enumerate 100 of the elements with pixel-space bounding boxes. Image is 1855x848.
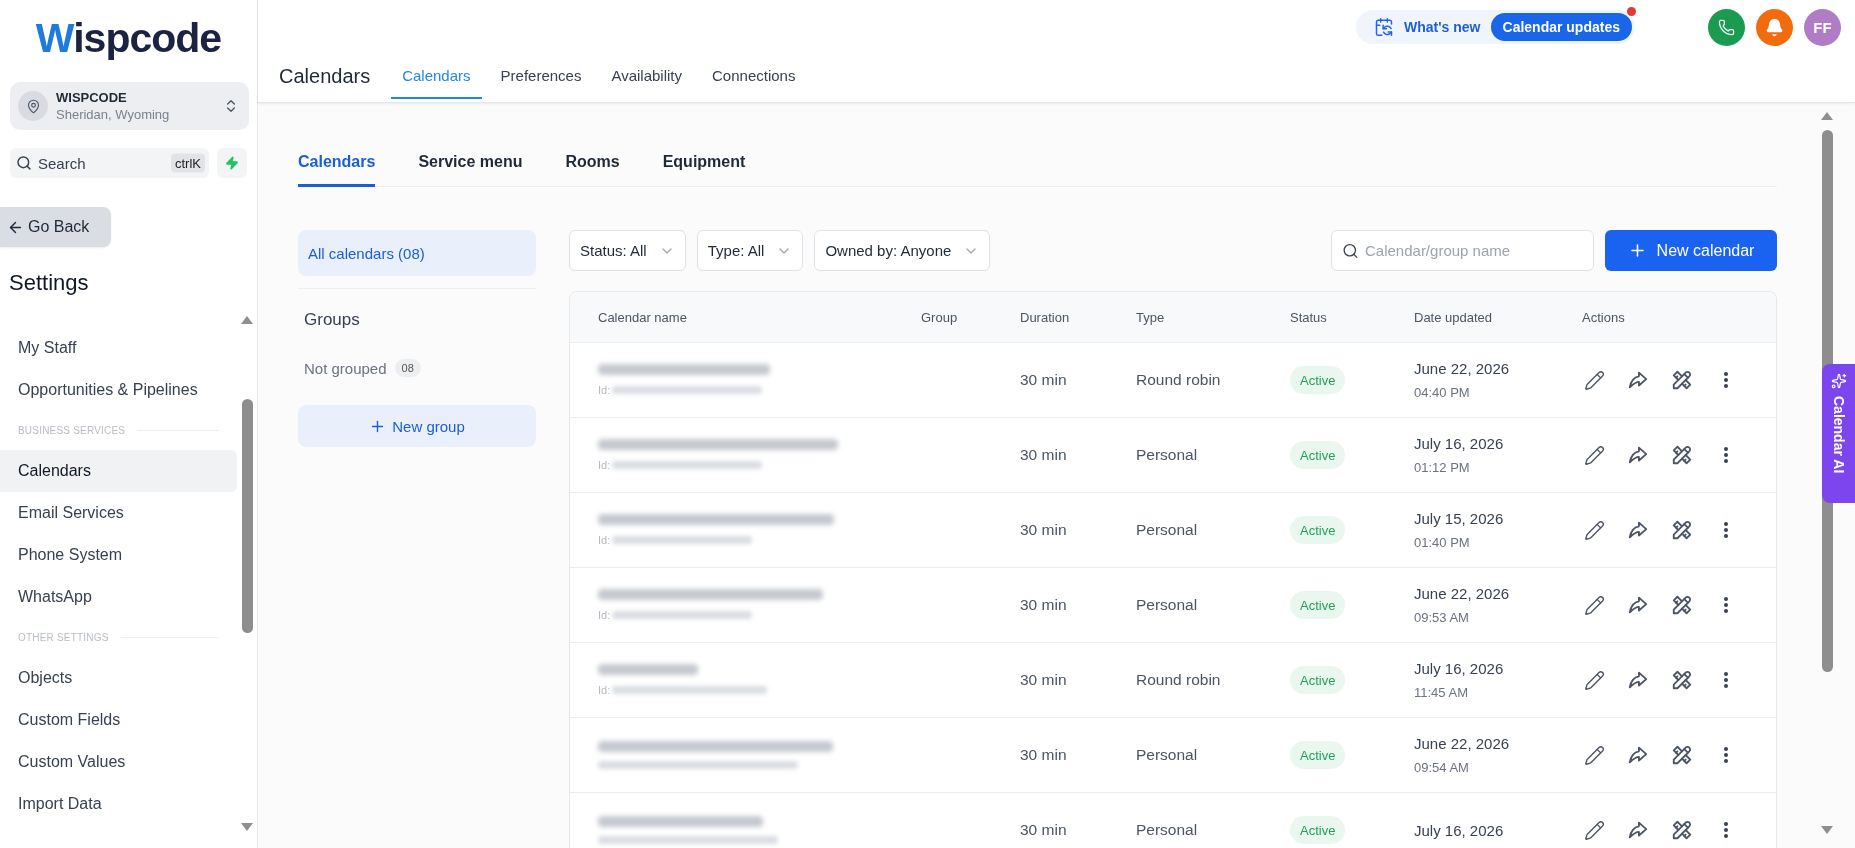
status-badge: Active <box>1290 666 1346 694</box>
account-name: WISPCODE <box>56 89 128 106</box>
status-badge: Active <box>1290 441 1346 469</box>
tools-icon <box>1671 369 1693 391</box>
tools-button[interactable] <box>1670 593 1694 617</box>
status-badge: Active <box>1290 366 1346 394</box>
share-arrow-icon <box>1627 519 1649 541</box>
date-text: July 16, 2026 <box>1414 435 1505 452</box>
sidebar-item[interactable]: Objects <box>0 657 237 699</box>
sidebar-item[interactable]: WhatsApp <box>0 576 237 618</box>
tools-button[interactable] <box>1670 743 1694 767</box>
search-icon <box>16 155 32 171</box>
group-name[interactable]: Not grouped <box>304 359 387 377</box>
tools-button[interactable] <box>1670 518 1694 542</box>
shortcut-key: ctrlK <box>171 153 205 173</box>
sub-tab[interactable]: Equipment <box>662 139 746 187</box>
column-header: Calendar name <box>598 309 687 325</box>
id-label: Id: <box>598 684 611 696</box>
type-cell: Round robin <box>1136 371 1221 389</box>
notifications-button[interactable] <box>1756 8 1793 46</box>
type-cell: Personal <box>1136 746 1198 764</box>
time-text: 09:54 AM <box>1414 760 1470 775</box>
status-badge: Active <box>1290 741 1346 769</box>
status-badge: Active <box>1290 816 1346 844</box>
id-label: Id: <box>598 609 611 621</box>
tools-button[interactable] <box>1670 818 1694 842</box>
id-label: Id: <box>598 534 611 546</box>
bell-icon <box>1765 17 1784 37</box>
sidebar-item[interactable]: My Staff <box>0 327 237 369</box>
count-badge: 08 <box>394 359 421 377</box>
new-calendar-button[interactable]: New calendar <box>1605 230 1777 271</box>
nav-tab[interactable]: Preferences <box>489 54 593 99</box>
date-text: June 22, 2026 <box>1414 360 1511 377</box>
calendar-list-item[interactable]: All calendars (08) <box>298 230 536 276</box>
tools-icon <box>1671 594 1693 616</box>
column-header: Type <box>1136 309 1165 325</box>
filter-dropdown[interactable]: Status: All <box>569 230 686 271</box>
search-field[interactable]: Calendar/group name <box>1331 230 1594 271</box>
sub-tab[interactable]: Rooms <box>565 139 620 187</box>
edit-button[interactable] <box>1582 368 1606 392</box>
new-group-button[interactable]: New group <box>298 405 536 447</box>
calendar-ai-tab[interactable]: Calendar AI <box>1822 364 1855 503</box>
share-arrow-icon <box>1627 594 1649 616</box>
pencil-icon <box>1583 369 1605 391</box>
sidebar-item[interactable]: Opportunities & Pipelines <box>0 369 237 411</box>
sidebar-item[interactable]: Calendars <box>0 450 237 492</box>
account-location: Sheridan, Wyoming <box>56 106 170 123</box>
phone-button[interactable] <box>1708 8 1745 46</box>
filter-dropdown[interactable]: Type: All <box>696 230 804 271</box>
nav-tab[interactable]: Calendars <box>391 54 482 99</box>
share-arrow-icon <box>1627 819 1649 841</box>
more-icon <box>1724 747 1728 763</box>
scroll-down-icon[interactable] <box>241 823 253 831</box>
column-header: Status <box>1290 309 1327 325</box>
scroll-up-icon[interactable] <box>241 316 253 324</box>
duration-cell: 30 min <box>1020 821 1067 839</box>
edit-button[interactable] <box>1582 443 1606 467</box>
settings-heading: Settings <box>8 269 90 297</box>
sidebar-item[interactable]: Custom Values <box>0 741 237 783</box>
edit-button[interactable] <box>1582 743 1606 767</box>
search-icon <box>1342 242 1359 259</box>
whats-new-link[interactable]: What's new <box>1404 19 1481 35</box>
pencil-icon <box>1583 594 1605 616</box>
phone-icon <box>1718 18 1735 36</box>
edit-button[interactable] <box>1582 818 1606 842</box>
sub-tab[interactable]: Calendars <box>298 139 376 187</box>
time-text: 09:53 AM <box>1414 610 1470 625</box>
sidebar-item[interactable]: Custom Fields <box>0 699 237 741</box>
section-label: OTHER SETTINGS <box>18 632 109 643</box>
page-title: Calendars <box>279 64 371 89</box>
tools-button[interactable] <box>1670 368 1694 392</box>
sub-tab[interactable]: Service menu <box>418 139 523 187</box>
date-text: July 16, 2026 <box>1414 660 1505 677</box>
date-text: July 15, 2026 <box>1414 510 1505 527</box>
edit-button[interactable] <box>1582 518 1606 542</box>
duration-cell: 30 min <box>1020 521 1067 539</box>
sidebar-item[interactable]: Email Services <box>0 492 237 534</box>
scroll-down-icon[interactable] <box>1821 826 1833 834</box>
sidebar-item[interactable]: Import Data <box>0 783 237 825</box>
pencil-icon <box>1583 669 1605 691</box>
more-icon <box>1724 822 1728 838</box>
tools-icon <box>1671 519 1693 541</box>
lightning-bolt-icon <box>225 156 239 170</box>
edit-button[interactable] <box>1582 593 1606 617</box>
calendar-updates-button[interactable]: Calendar updates <box>1490 13 1632 41</box>
tools-button[interactable] <box>1670 668 1694 692</box>
more-icon <box>1724 672 1728 688</box>
location-switcher[interactable]: WISPCODE Sheridan, Wyoming <box>10 82 249 130</box>
nav-tab[interactable]: Connections <box>701 54 807 99</box>
date-text: July 16, 2026 <box>1414 821 1505 839</box>
nav-tab[interactable]: Availability <box>600 54 693 99</box>
scroll-up-icon[interactable] <box>1821 112 1833 120</box>
edit-button[interactable] <box>1582 668 1606 692</box>
more-icon <box>1724 597 1728 613</box>
type-cell: Round robin <box>1136 671 1221 689</box>
tools-button[interactable] <box>1670 443 1694 467</box>
sidebar-item[interactable]: Phone System <box>0 534 237 576</box>
scrollbar-thumb[interactable] <box>241 399 253 633</box>
go-back-button[interactable]: Go Back <box>0 207 111 247</box>
filter-dropdown[interactable]: Owned by: Anyone <box>814 230 991 271</box>
